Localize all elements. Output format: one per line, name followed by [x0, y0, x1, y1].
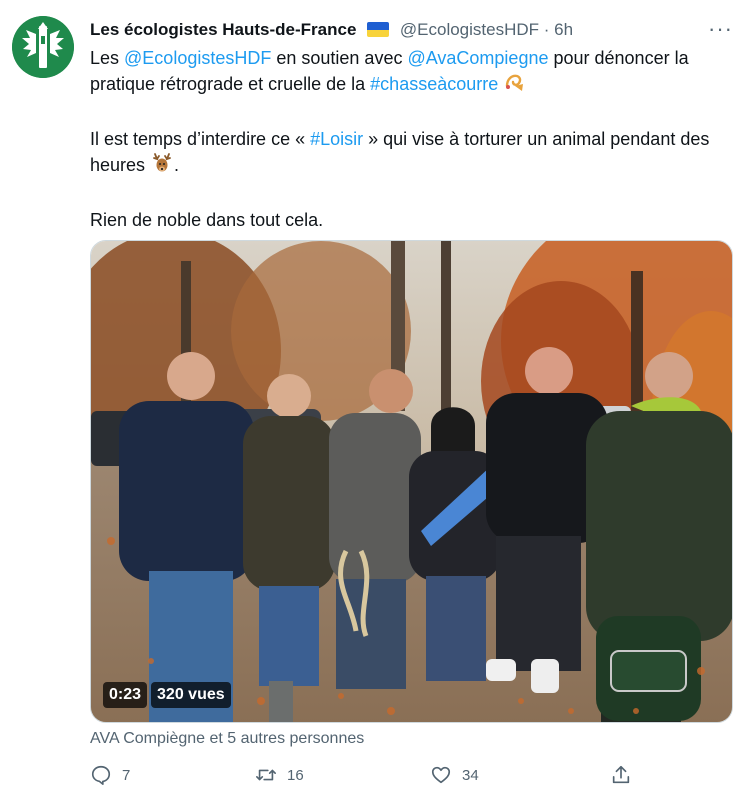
text-segment: en soutien avec: [271, 48, 408, 68]
more-options-icon[interactable]: ···: [708, 16, 733, 42]
like-count: 34: [462, 766, 479, 784]
tweet-actions-bar: 7 16 34: [90, 764, 635, 792]
account-avatar[interactable]: [12, 16, 74, 78]
video-player[interactable]: 0:23 320 vues: [90, 240, 733, 723]
ukraine-flag-icon: [367, 22, 390, 37]
retweet-icon: [256, 769, 276, 781]
retweet-count: 16: [287, 766, 304, 784]
text-segment: .: [174, 155, 180, 175]
mention-link[interactable]: @EcologistesHDF: [124, 48, 271, 68]
text-segment: Les: [90, 48, 125, 68]
reply-count: 7: [122, 766, 131, 784]
video-views: 320 vues: [151, 682, 231, 708]
reply-button[interactable]: 7: [90, 764, 130, 786]
video-thumbnail: [91, 241, 732, 722]
heart-icon: [431, 766, 451, 784]
text-segment: Il est temps d’interdire ce «: [90, 129, 311, 149]
reply-icon: [91, 765, 111, 785]
mention-link[interactable]: @AvaCompiegne: [407, 48, 548, 68]
display-name[interactable]: Les écologistes Hauts-de-France: [90, 20, 356, 39]
hashtag-link[interactable]: #Loisir: [310, 129, 363, 149]
separator: ·: [543, 20, 550, 39]
deer-emoji-icon: [150, 152, 174, 181]
tagged-people-link[interactable]: AVA Compiègne et 5 autres personnes: [90, 730, 364, 748]
share-icon: [612, 765, 630, 784]
tweet-paragraph-3: Rien de noble dans tout cela.: [90, 210, 324, 230]
backpack: [596, 616, 701, 721]
video-duration: 0:23: [103, 682, 148, 708]
hunting-horn-emoji-icon: [503, 71, 525, 100]
ecologistes-logo-icon: [12, 16, 74, 78]
share-button[interactable]: [610, 764, 632, 786]
account-handle[interactable]: @EcologistesHDF: [400, 20, 539, 39]
retweet-button[interactable]: 16: [255, 764, 304, 786]
tweet-text: Les @EcologistesHDF en soutien avec @Ava…: [90, 45, 730, 233]
hashtag-link[interactable]: #chasseàcourre: [370, 74, 498, 94]
video-info-badge: 0:23 320 vues: [103, 682, 231, 708]
tweet-header: Les écologistes Hauts-de-France @Ecologi…: [90, 18, 727, 42]
tweet-paragraph-2: Il est temps d’interdire ce « #Loisir » …: [90, 126, 730, 181]
like-button[interactable]: 34: [430, 764, 479, 786]
tweet-paragraph-1: Les @EcologistesHDF en soutien avec @Ava…: [90, 45, 730, 100]
timestamp[interactable]: 6h: [554, 20, 573, 39]
